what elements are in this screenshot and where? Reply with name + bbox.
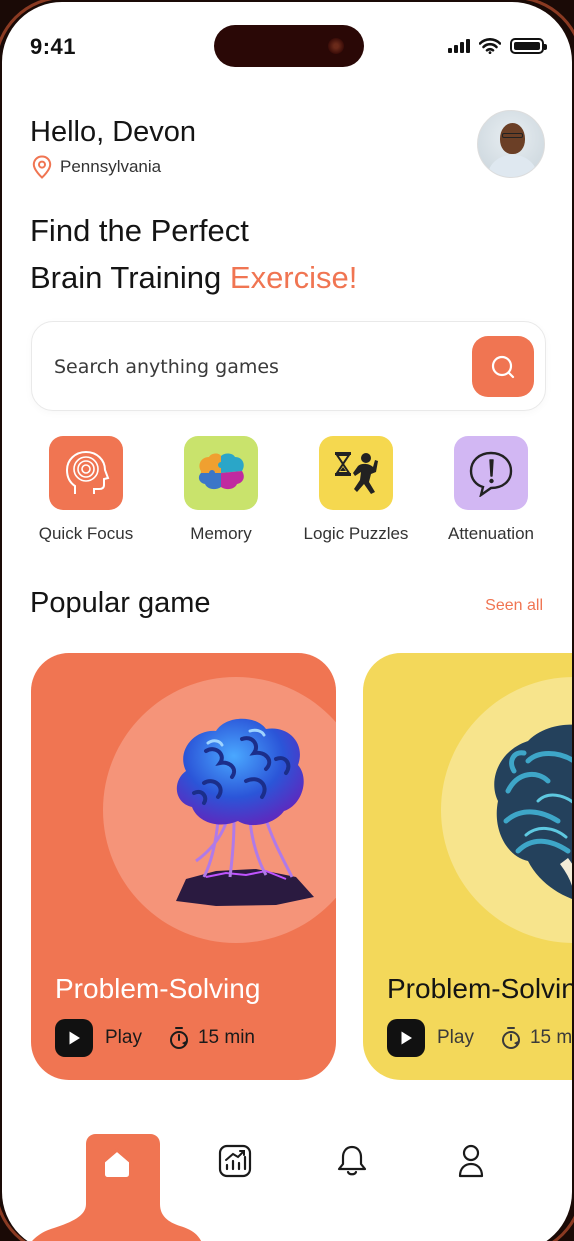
- brain-illustration: [176, 718, 314, 906]
- category-tile: [454, 436, 528, 510]
- headline-line-2: Brain Training Exercise!: [30, 254, 357, 301]
- category-tile: [184, 436, 258, 510]
- search-button[interactable]: [472, 336, 534, 397]
- avatar[interactable]: [477, 110, 545, 178]
- game-card[interactable]: Problem-Solving Play 15 min: [363, 653, 572, 1080]
- search-icon: [491, 355, 515, 378]
- headline-accent: Exercise!: [229, 260, 358, 295]
- timer-icon: [169, 1027, 188, 1049]
- category-logic-puzzles[interactable]: Logic Puzzles: [286, 436, 426, 544]
- brain-puzzle-icon: [198, 453, 244, 490]
- search-bar: [31, 321, 546, 411]
- home-icon: [101, 1148, 133, 1177]
- category-label: Quick Focus: [38, 524, 134, 543]
- nav-profile[interactable]: [451, 1141, 491, 1181]
- category-label: Attenuation: [447, 524, 534, 543]
- camera-icon: [328, 38, 344, 54]
- duration-label: 15 min: [197, 1027, 255, 1048]
- head-target-icon: [65, 450, 110, 494]
- signal-icon: [448, 39, 470, 53]
- category-quick-focus[interactable]: Quick Focus: [16, 436, 156, 544]
- category-label: Logic Puzzles: [303, 524, 409, 543]
- greeting: Hello, Devon: [30, 116, 197, 148]
- profile-icon: [458, 1144, 484, 1178]
- search-input[interactable]: [54, 347, 454, 387]
- play-label: Play: [105, 1027, 142, 1048]
- section-title: Popular game: [30, 587, 211, 619]
- hourglass-figure-icon: [335, 452, 378, 494]
- status-time: 9:41: [30, 34, 77, 59]
- duration: 15 min: [500, 1026, 572, 1050]
- nav-notifications[interactable]: [332, 1141, 372, 1181]
- seen-all-link[interactable]: Seen all: [485, 597, 543, 615]
- play-icon: [69, 1031, 80, 1045]
- headline-line-1: Find the Perfect: [30, 213, 249, 248]
- app-screen: 9:41 Hello, Devon Pennsylvania Find the …: [2, 2, 572, 1241]
- alert-bubble-icon: [469, 451, 513, 497]
- nav-stats[interactable]: [215, 1141, 255, 1181]
- nav-home[interactable]: [97, 1144, 137, 1184]
- duration: 15 min: [168, 1026, 255, 1050]
- page-headline: Find the Perfect Brain Training Exercise…: [30, 207, 357, 301]
- play-label: Play: [437, 1027, 474, 1048]
- timer-icon: [501, 1027, 520, 1049]
- card-meta: Play 15 min: [55, 1019, 255, 1057]
- wifi-icon: [479, 38, 501, 54]
- location-pin-icon: [32, 155, 52, 179]
- location-label: Pennsylvania: [60, 157, 162, 176]
- category-attenuation[interactable]: Attenuation: [421, 436, 561, 544]
- status-icons: [448, 38, 547, 54]
- category-label: Memory: [190, 524, 252, 543]
- play-button[interactable]: [55, 1019, 93, 1057]
- battery-icon: [510, 38, 547, 54]
- play-button[interactable]: [387, 1019, 425, 1057]
- headline-prefix: Brain Training: [30, 260, 230, 295]
- stats-icon: [218, 1144, 252, 1178]
- brain-illustration: [494, 724, 572, 899]
- game-card[interactable]: Problem-Solving Play 15 min: [31, 653, 336, 1080]
- bell-icon: [337, 1145, 367, 1176]
- card-title: Problem-Solving: [55, 973, 261, 1004]
- category-tile: [319, 436, 393, 510]
- card-meta: Play 15 min: [387, 1019, 572, 1057]
- location[interactable]: Pennsylvania: [32, 155, 161, 179]
- dynamic-island: [214, 25, 364, 67]
- duration-label: 15 min: [529, 1027, 572, 1048]
- play-icon: [401, 1031, 412, 1045]
- category-memory[interactable]: Memory: [151, 436, 291, 544]
- category-tile: [49, 436, 123, 510]
- card-title: Problem-Solving: [387, 973, 572, 1004]
- phone-frame: 9:41 Hello, Devon Pennsylvania Find the …: [0, 0, 574, 1241]
